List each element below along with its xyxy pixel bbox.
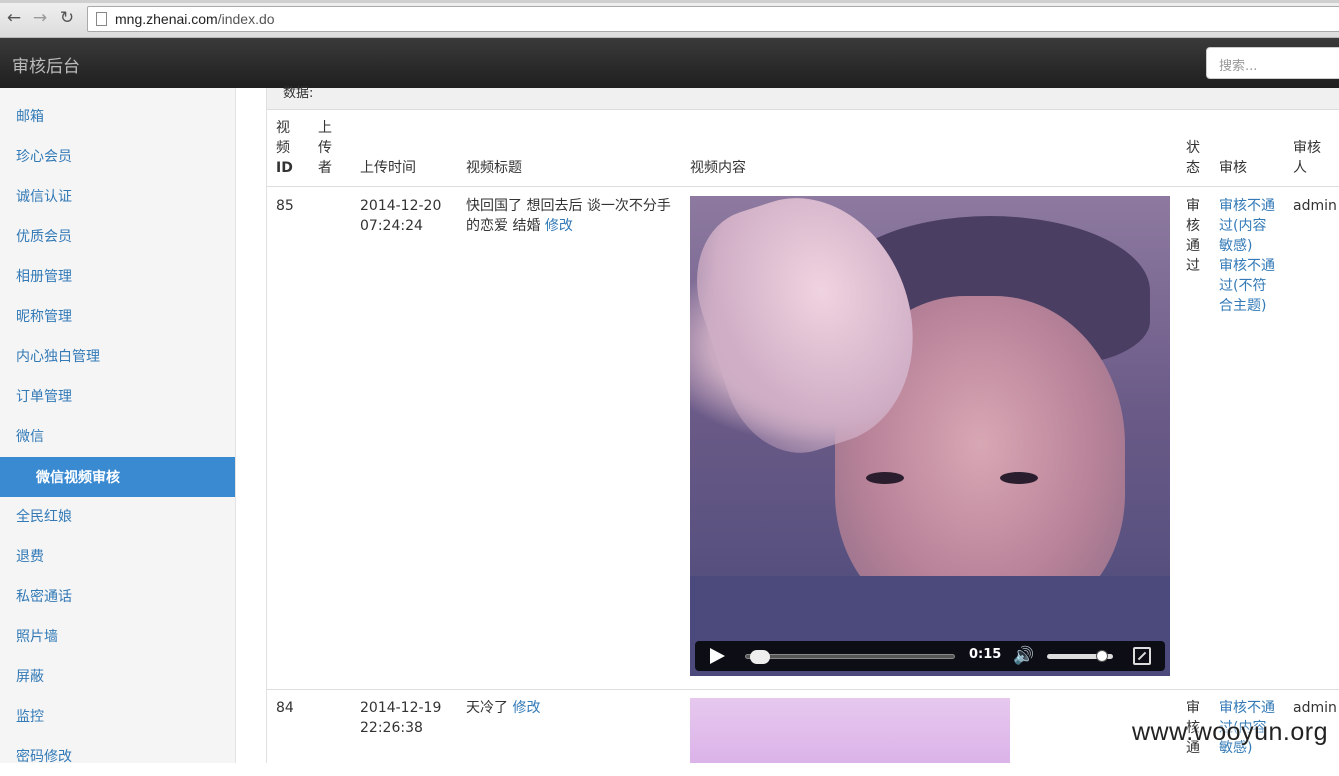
sidebar: 邮箱 珍心会员 诚信认证 优质会员 相册管理 昵称管理 内心独白管理 订单管理 …	[0, 88, 236, 765]
col-status-1: 状	[1186, 140, 1200, 156]
header-divider	[267, 186, 1339, 187]
row-status-char: 核	[1186, 218, 1200, 234]
sidebar-item-nickname[interactable]: 昵称管理	[0, 296, 235, 336]
url-path: /index.do	[217, 11, 275, 27]
play-icon[interactable]	[710, 648, 725, 664]
row-title-line2: 的恋爱 结婚 修改	[466, 216, 573, 236]
address-bar[interactable]: mng.zhenai.com/index.do	[87, 6, 1339, 32]
reject-offtopic-line[interactable]: 过(不符	[1219, 276, 1266, 296]
row-upload-date: 2014-12-20	[360, 198, 442, 214]
browser-toolbar: ← → ↻ mng.zhenai.com/index.do	[0, 0, 1339, 38]
row-reviewer: admin	[1293, 198, 1337, 214]
row-reviewer: admin	[1293, 700, 1337, 716]
video-scrubber[interactable]	[745, 650, 955, 664]
sidebar-item-wechat-video-review[interactable]: 微信视频审核	[0, 457, 235, 497]
sidebar-item-premium[interactable]: 优质会员	[0, 216, 235, 256]
watermark: www.wooyun.org	[1132, 718, 1328, 746]
data-label: 数据:	[283, 86, 314, 101]
row-video-id: 85	[276, 198, 294, 214]
sidebar-item-mailbox[interactable]: 邮箱	[0, 96, 235, 136]
sidebar-item-matchmaker[interactable]: 全民红娘	[0, 496, 235, 536]
app-header: 审核后台 搜索...	[0, 38, 1339, 88]
reject-sensitive-line[interactable]: 敏感)	[1219, 236, 1252, 256]
col-reviewer-1: 审核	[1293, 140, 1321, 156]
volume-knob[interactable]	[1095, 650, 1108, 662]
col-uploader-2: 传	[318, 140, 332, 156]
video-player[interactable]	[690, 698, 1010, 763]
edit-link[interactable]: 修改	[512, 700, 540, 716]
col-video-id-1: 视	[276, 120, 290, 136]
row-upload-date: 2014-12-19	[360, 700, 442, 716]
col-video-title: 视频标题	[466, 160, 522, 176]
row-upload-clock: 22:26:38	[360, 720, 423, 736]
sidebar-item-block[interactable]: 屏蔽	[0, 656, 235, 696]
sidebar-item-verification[interactable]: 诚信认证	[0, 176, 235, 216]
main-content: 数据: 视 频 ID 上 传 者 上传时间 视频标题 视频内容 状 态 审核 审…	[266, 86, 1339, 763]
video-eye-right	[1000, 472, 1038, 484]
video-controls: 0:15 🔊	[695, 641, 1165, 671]
reject-sensitive-line[interactable]: 审核不通	[1219, 698, 1275, 718]
reject-offtopic-line[interactable]: 合主题)	[1219, 296, 1266, 316]
col-uploader-3: 者	[318, 160, 332, 176]
row-video-id: 84	[276, 700, 294, 716]
row-title-text: 的恋爱 结婚	[466, 218, 541, 234]
sidebar-item-private-call[interactable]: 私密通话	[0, 576, 235, 616]
col-video-id-3: ID	[276, 160, 293, 176]
page-icon	[96, 12, 107, 26]
video-eye-left	[866, 472, 904, 484]
reject-sensitive-line[interactable]: 过(内容	[1219, 216, 1266, 236]
reject-offtopic-line[interactable]: 审核不通	[1219, 256, 1275, 276]
sidebar-item-wechat[interactable]: 微信	[0, 416, 235, 456]
fullscreen-icon[interactable]	[1133, 647, 1151, 665]
sidebar-item-refund[interactable]: 退费	[0, 536, 235, 576]
forward-arrow-icon[interactable]: →	[31, 9, 49, 27]
video-time: 0:15	[969, 647, 1002, 662]
row-status-char: 审	[1186, 700, 1200, 716]
col-status-2: 态	[1186, 160, 1200, 176]
url-host: mng.zhenai.com	[115, 11, 218, 27]
col-review: 审核	[1219, 160, 1247, 176]
brand-title[interactable]: 审核后台	[12, 52, 80, 77]
row-status-char: 过	[1186, 258, 1200, 274]
sidebar-item-album[interactable]: 相册管理	[0, 256, 235, 296]
row-title-line1: 快回国了 想回去后 谈一次不分手	[466, 198, 671, 214]
tab-strip	[0, 0, 1339, 3]
sidebar-item-password[interactable]: 密码修改	[0, 736, 235, 776]
sidebar-item-vip[interactable]: 珍心会员	[0, 136, 235, 176]
sidebar-item-photo-wall[interactable]: 照片墙	[0, 616, 235, 656]
row-title-line1: 天冷了 修改	[466, 698, 540, 718]
reload-icon[interactable]: ↻	[58, 9, 76, 27]
col-uploader-1: 上	[318, 120, 332, 136]
volume-icon[interactable]: 🔊	[1013, 646, 1034, 666]
row-title-text: 天冷了	[466, 700, 508, 716]
row-status-char: 通	[1186, 238, 1200, 254]
back-arrow-icon[interactable]: ←	[5, 9, 23, 27]
sidebar-item-orders[interactable]: 订单管理	[0, 376, 235, 416]
col-video-id-2: 频	[276, 140, 290, 156]
col-reviewer-2: 人	[1293, 160, 1307, 176]
col-upload-time: 上传时间	[360, 160, 416, 176]
row-upload-clock: 07:24:24	[360, 218, 423, 234]
reject-sensitive-line[interactable]: 审核不通	[1219, 196, 1275, 216]
row-divider	[267, 689, 1339, 690]
edit-link[interactable]: 修改	[545, 218, 573, 234]
video-player[interactable]: 0:15 🔊	[690, 196, 1170, 676]
search-input[interactable]: 搜索...	[1206, 47, 1339, 79]
data-label-bar: 数据:	[267, 86, 1339, 110]
col-video-content: 视频内容	[690, 160, 746, 176]
url-text: mng.zhenai.com/index.do	[115, 11, 275, 27]
row-status-char: 审	[1186, 198, 1200, 214]
scrubber-knob[interactable]	[749, 650, 770, 664]
volume-slider[interactable]	[1047, 650, 1113, 662]
sidebar-item-monologue[interactable]: 内心独白管理	[0, 336, 235, 376]
sidebar-item-monitor[interactable]: 监控	[0, 696, 235, 736]
